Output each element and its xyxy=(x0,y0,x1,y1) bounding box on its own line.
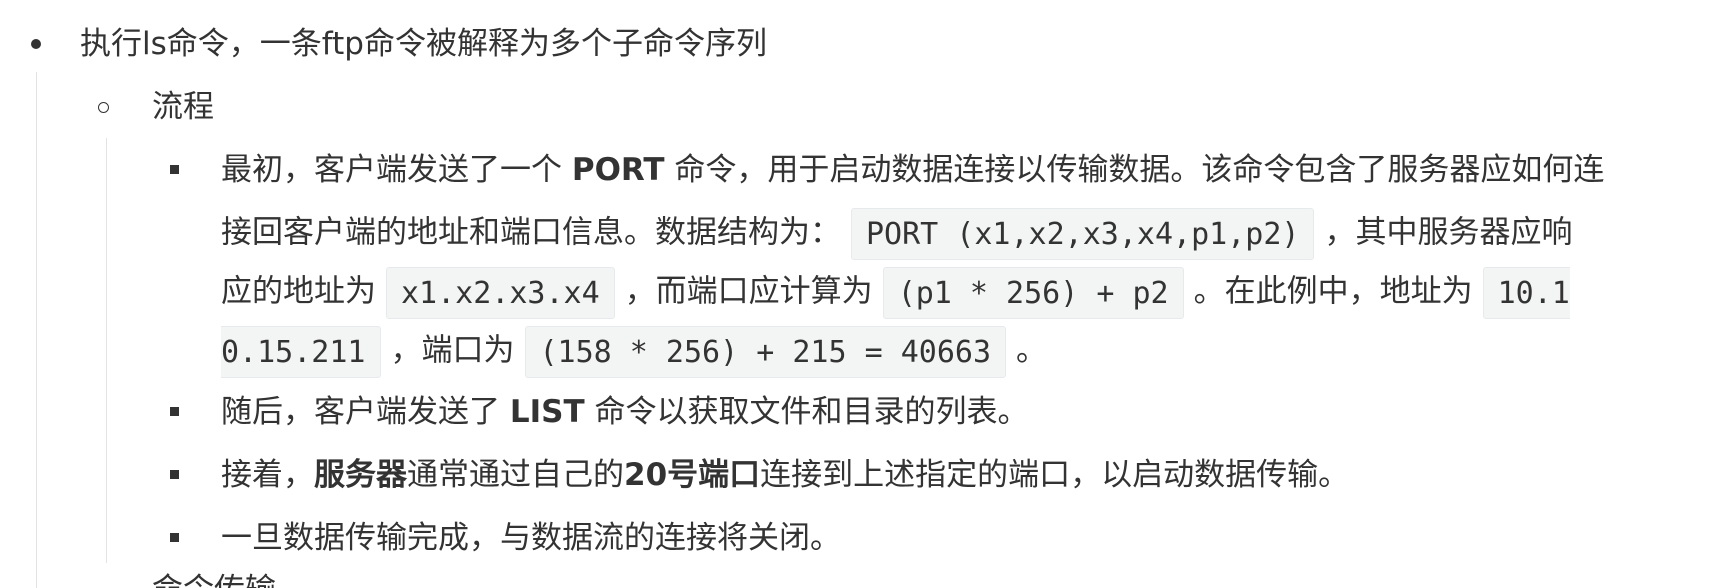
text-line: 应的地址为 x1.x2.x3.x4 ，而端口应计算为 (p1 * 256) + p2。… xyxy=(221,267,1570,319)
text-span: 命令，用于启动数据连接以传输数据。该命令包含了服务器应如何连 xyxy=(664,152,1605,188)
bullet-square-icon xyxy=(170,533,179,542)
bullet-square-icon xyxy=(170,470,179,479)
text-line: 最初，客户端发送了一个 PORT 命令，用于启动数据连接以传输数据。该命令包含了… xyxy=(221,150,1604,190)
list-indent-guide xyxy=(36,72,37,588)
text-span: ，而端口应计算为 xyxy=(624,273,873,310)
list-item-step-list: 随后，客户端发送了 LIST 命令以获取文件和目录的列表。 xyxy=(221,392,1028,432)
inline-code: 0.15.211 xyxy=(221,326,381,378)
bold-text: LIST xyxy=(509,394,585,430)
inline-code: (p1 * 256) + p2 xyxy=(882,267,1184,319)
list-item-step-server: 接着，服务器通常通过自己的20号端口连接到上述指定的端口，以启动数据传输。 xyxy=(221,455,1349,495)
text-span: ，端口为 xyxy=(390,332,515,369)
inline-code: (158 * 256) + 215 = 40663 xyxy=(524,326,1007,378)
viewport-edge xyxy=(1676,0,1710,588)
text-span: 随后，客户端发送了 xyxy=(221,394,510,430)
list-item-level2-next: 命令传输 xyxy=(152,570,276,588)
text-span: 连接到上述指定的端口，以启动数据传输。 xyxy=(760,457,1350,493)
text-span: 应的地址为 xyxy=(221,273,376,310)
bold-text: 服务器 xyxy=(314,457,407,493)
bullet-disc-icon xyxy=(31,39,41,49)
inline-code: 10.1 xyxy=(1482,267,1570,319)
bullet-circle-icon xyxy=(98,102,109,113)
text-line: 接回客户端的地址和端口信息。数据结构为： PORT (x1,x2,x3,x4,p1… xyxy=(221,208,1573,260)
bold-text: PORT xyxy=(571,152,665,188)
inline-code: PORT (x1,x2,x3,x4,p1,p2) xyxy=(851,208,1315,260)
text-span: 接回客户端的地址和端口信息。数据结构为： xyxy=(221,214,841,251)
text-span: 。在此例中，地址为 xyxy=(1193,273,1473,310)
text-span: ，其中服务器应响 xyxy=(1324,214,1573,251)
text-span: 接着， xyxy=(221,457,314,493)
text-span: 命令以获取文件和目录的列表。 xyxy=(584,394,1029,430)
bullet-square-icon xyxy=(170,407,179,416)
text-span: 通常通过自己的 xyxy=(407,457,624,493)
text-span: 最初，客户端发送了一个 xyxy=(221,152,572,188)
bullet-square-icon xyxy=(170,165,179,174)
list-item-level2: 流程 xyxy=(152,89,214,125)
text-span: 。 xyxy=(1016,332,1048,369)
list-item-step-close: 一旦数据传输完成，与数据流的连接将关闭。 xyxy=(221,520,841,556)
text-line: 0.15.211 ，端口为 (158 * 256) + 215 = 40663。 xyxy=(221,326,1048,378)
inline-code: x1.x2.x3.x4 xyxy=(386,267,615,319)
list-item-level1: 执行ls命令，一条ftp命令被解释为多个子命令序列 xyxy=(80,26,767,62)
bold-text: 20号端口 xyxy=(624,457,761,493)
sublist-indent-guide xyxy=(106,138,107,563)
